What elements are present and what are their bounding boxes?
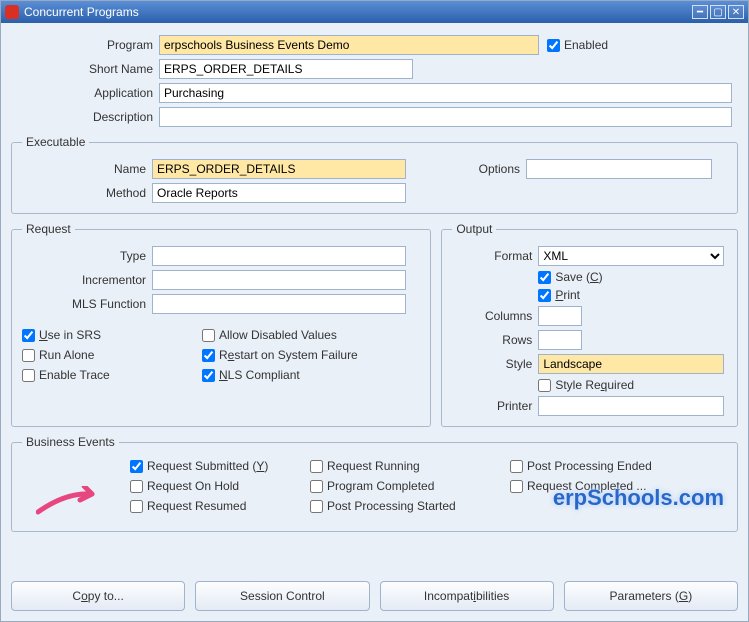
req-hold-checkbox[interactable]: Request On Hold [130, 479, 300, 493]
program-input[interactable] [159, 35, 539, 55]
parameters-button[interactable]: Parameters (G) [564, 581, 738, 611]
maximize-icon[interactable]: ▢ [710, 5, 726, 19]
post-ended-checkbox[interactable]: Post Processing Ended [510, 459, 710, 473]
copy-to-button[interactable]: Copy to... [11, 581, 185, 611]
rows-label: Rows [452, 333, 538, 347]
exec-name-label: Name [22, 162, 152, 176]
columns-input[interactable] [538, 306, 582, 326]
req-completed-checkbox[interactable]: Request Completed ... [510, 479, 710, 493]
request-fieldset: Request Type Incrementor MLS Function [11, 222, 431, 427]
use-srs-checkbox[interactable]: Use in SRS [22, 328, 202, 342]
window-title: Concurrent Programs [24, 5, 692, 19]
enabled-checkbox[interactable]: Enabled [547, 38, 608, 52]
close-icon[interactable]: ✕ [728, 5, 744, 19]
columns-label: Columns [452, 309, 538, 323]
enable-trace-checkbox[interactable]: Enable Trace [22, 368, 202, 382]
save-checkbox[interactable]: Save (C) [538, 270, 602, 284]
description-input[interactable] [159, 107, 732, 127]
minimize-icon[interactable]: ━ [692, 5, 708, 19]
mls-label: MLS Function [22, 297, 152, 311]
program-label: Program [11, 38, 159, 52]
req-submitted-checkbox[interactable]: Request Submitted (Y) [130, 459, 300, 473]
type-input[interactable] [152, 246, 406, 266]
style-label: Style [452, 357, 538, 371]
prog-completed-checkbox[interactable]: Program Completed [310, 479, 500, 493]
req-resumed-checkbox[interactable]: Request Resumed [130, 499, 300, 513]
shortname-label: Short Name [11, 62, 159, 76]
nls-checkbox[interactable]: NLS Compliant [202, 368, 412, 382]
format-select[interactable]: XML [538, 246, 724, 266]
oracle-icon [5, 5, 19, 19]
allow-disabled-checkbox[interactable]: Allow Disabled Values [202, 328, 412, 342]
incompatibilities-button[interactable]: Incompatibilities [380, 581, 554, 611]
window-controls: ━ ▢ ✕ [692, 5, 744, 19]
shortname-input[interactable] [159, 59, 413, 79]
type-label: Type [22, 249, 152, 263]
events-fieldset: Business Events Request Submitted (Y) Re… [11, 435, 738, 532]
form-content: Program Enabled Short Name Application D… [1, 23, 748, 571]
style-required-checkbox[interactable]: Style Required [538, 378, 634, 392]
mls-input[interactable] [152, 294, 406, 314]
method-label: Method [22, 186, 152, 200]
application-input[interactable] [159, 83, 732, 103]
format-label: Format [452, 249, 538, 263]
enabled-label: Enabled [564, 38, 608, 52]
button-bar: Copy to... Session Control Incompatibili… [1, 571, 748, 621]
options-label: Options [406, 162, 526, 176]
options-input[interactable] [526, 159, 712, 179]
request-legend: Request [22, 222, 75, 236]
print-checkbox[interactable]: Print [538, 288, 580, 302]
method-input[interactable] [152, 183, 406, 203]
executable-fieldset: Executable Name Options Method [11, 135, 738, 214]
style-input[interactable] [538, 354, 724, 374]
events-legend: Business Events [22, 435, 119, 449]
post-started-checkbox[interactable]: Post Processing Started [310, 499, 500, 513]
run-alone-checkbox[interactable]: Run Alone [22, 348, 202, 362]
output-fieldset: Output Format XML Save (C) [441, 222, 738, 427]
incrementor-input[interactable] [152, 270, 406, 290]
output-legend: Output [452, 222, 496, 236]
incrementor-label: Incrementor [22, 273, 152, 287]
rows-input[interactable] [538, 330, 582, 350]
req-running-checkbox[interactable]: Request Running [310, 459, 500, 473]
exec-name-input[interactable] [152, 159, 406, 179]
titlebar: Concurrent Programs ━ ▢ ✕ [1, 1, 748, 23]
concurrent-programs-window: Concurrent Programs ━ ▢ ✕ Program Enable… [0, 0, 749, 622]
printer-label: Printer [452, 399, 538, 413]
restart-checkbox[interactable]: Restart on System Failure [202, 348, 412, 362]
application-label: Application [11, 86, 159, 100]
printer-input[interactable] [538, 396, 724, 416]
session-control-button[interactable]: Session Control [195, 581, 369, 611]
enabled-box[interactable] [547, 39, 560, 52]
executable-legend: Executable [22, 135, 89, 149]
description-label: Description [11, 110, 159, 124]
